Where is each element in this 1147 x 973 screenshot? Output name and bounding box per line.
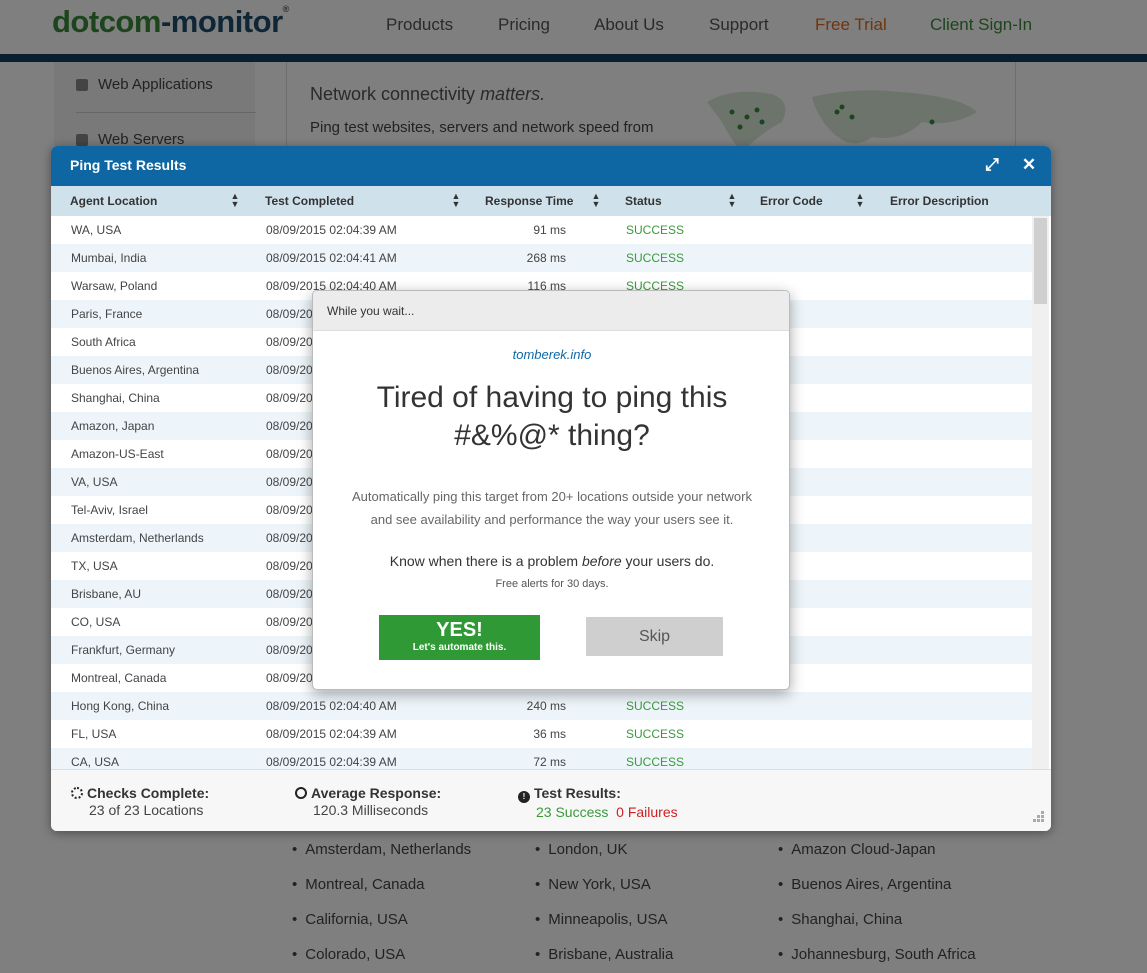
col-status[interactable]: Status (625, 194, 662, 208)
sort-icon[interactable]: ▲ ▼ (230, 192, 240, 209)
table-row[interactable]: Mumbai, India 08/09/2015 02:04:41 AM 268 m… (51, 244, 1032, 272)
row-status: SUCCESS (626, 251, 685, 265)
sort-icon[interactable]: ▲ ▼ (591, 192, 601, 209)
popup-bar-text: While you wait... (327, 304, 415, 318)
row-response-time: 72 ms (533, 755, 566, 769)
results-footer: Checks Complete: 23 of 23 Locations Aver… (51, 769, 1051, 831)
row-status: SUCCESS (626, 727, 685, 741)
row-test-completed: 08/09/2015 02:04:39 AM (266, 755, 397, 769)
row-location: Frankfurt, Germany (71, 643, 176, 657)
row-response-time: 36 ms (533, 727, 566, 741)
row-location: TX, USA (71, 559, 118, 573)
row-location: Amsterdam, Netherlands (71, 531, 204, 545)
popup-headline: Tired of having to ping this #&%@* thing? (376, 381, 728, 452)
close-icon[interactable]: ✕ (1018, 154, 1040, 176)
row-location: South Africa (71, 335, 136, 349)
row-location: WA, USA (71, 223, 122, 237)
col-agent-location[interactable]: Agent Location (70, 194, 157, 208)
row-test-completed: 08/09/20 (266, 419, 313, 433)
resize-grip-icon[interactable] (1031, 809, 1045, 823)
average-response-stat: Average Response: 120.3 Milliseconds (295, 785, 441, 818)
row-test-completed: 08/09/20 (266, 531, 313, 545)
row-status: SUCCESS (626, 699, 685, 713)
row-status: SUCCESS (626, 755, 685, 769)
row-status: SUCCESS (626, 223, 685, 237)
row-location: VA, USA (71, 475, 118, 489)
row-location: Amazon, Japan (71, 419, 155, 433)
target-domain: tomberek.info (512, 347, 592, 362)
row-location: Tel-Aviv, Israel (71, 503, 148, 517)
popup-title-bar: While you wait... (313, 291, 789, 331)
row-response-time: 268 ms (526, 251, 566, 265)
row-test-completed: 08/09/2015 02:04:39 AM (266, 727, 397, 741)
test-results-value: 23 Success 0 Failures (518, 804, 678, 820)
checks-complete-value: 23 of 23 Locations (89, 802, 204, 818)
row-test-completed: 08/09/20 (266, 307, 313, 321)
row-test-completed: 08/09/20 (266, 391, 313, 405)
table-row[interactable]: Hong Kong, China 08/09/2015 02:04:40 AM 24… (51, 692, 1032, 720)
test-results-stat: ! Test Results: 23 Success 0 Failures (518, 785, 678, 820)
skip-button[interactable]: Skip (586, 617, 723, 656)
row-response-time: 91 ms (533, 223, 566, 237)
row-response-time: 240 ms (526, 699, 566, 713)
table-row[interactable]: FL, USA 08/09/2015 02:04:39 AM 36 ms SUCCES… (51, 720, 1032, 748)
popup-body-text: Automatically ping this target from 20+ … (352, 489, 752, 527)
row-test-completed: 08/09/2015 02:04:40 AM (266, 699, 397, 713)
row-location: Shanghai, China (71, 391, 160, 405)
row-test-completed: 08/09/20 (266, 587, 313, 601)
row-test-completed: 08/09/20 (266, 363, 313, 377)
row-test-completed: 08/09/20 (266, 335, 313, 349)
row-test-completed: 08/09/2015 02:04:39 AM (266, 223, 397, 237)
yes-automate-button[interactable]: YES! Let's automate this. (379, 615, 540, 660)
row-location: FL, USA (71, 727, 117, 741)
col-test-completed[interactable]: Test Completed (265, 194, 354, 208)
row-location: CA, USA (71, 755, 120, 769)
popup-free-alerts-text: Free alerts for 30 days. (495, 578, 609, 590)
spinner-icon (71, 787, 83, 799)
table-row[interactable]: CA, USA 08/09/2015 02:04:39 AM 72 ms SUCCES… (51, 748, 1032, 769)
row-location: Hong Kong, China (71, 699, 170, 713)
scrollbar-thumb[interactable] (1034, 218, 1047, 304)
failure-count: 0 Failures (616, 804, 678, 820)
row-location: Brisbane, AU (71, 587, 142, 601)
average-response-value: 120.3 Milliseconds (313, 802, 429, 818)
row-test-completed: 08/09/20 (266, 447, 313, 461)
row-location: Amazon-US-East (71, 447, 164, 461)
results-scrollbar[interactable] (1032, 216, 1049, 769)
success-count: 23 Success (536, 804, 609, 820)
row-test-completed: 08/09/20 (266, 475, 313, 489)
checks-complete-stat: Checks Complete: 23 of 23 Locations (71, 785, 209, 818)
table-header: Agent Location ▲ ▼ Test Completed ▲ ▼ Resp… (51, 186, 1051, 216)
row-test-completed: 08/09/20 (266, 671, 313, 685)
col-error-code[interactable]: Error Code (760, 194, 823, 208)
results-header: Ping Test Results ⤢ ✕ (51, 146, 1051, 186)
row-location: Montreal, Canada (71, 671, 167, 685)
row-location: Mumbai, India (71, 251, 147, 265)
row-test-completed: 08/09/2015 02:04:41 AM (266, 251, 397, 265)
expand-icon[interactable]: ⤢ (981, 154, 1003, 176)
row-location: Buenos Aires, Argentina (71, 363, 200, 377)
row-location: Paris, France (71, 307, 143, 321)
sort-icon[interactable]: ▲ ▼ (451, 192, 461, 209)
col-response-time[interactable]: Response Time (485, 194, 573, 208)
clock-icon (295, 787, 307, 799)
row-location: Warsaw, Poland (71, 279, 158, 293)
row-location: CO, USA (71, 615, 121, 629)
table-row[interactable]: WA, USA 08/09/2015 02:04:39 AM 91 ms SUCCES… (51, 216, 1032, 244)
row-test-completed: 08/09/20 (266, 643, 313, 657)
col-error-description[interactable]: Error Description (890, 194, 989, 208)
upsell-popup: While you wait... tomberek.info Tired of… (312, 290, 790, 690)
row-test-completed: 08/09/20 (266, 559, 313, 573)
sort-icon[interactable]: ▲ ▼ (855, 192, 865, 209)
popup-know-text: Know when there is a problem before your… (389, 553, 715, 569)
alert-icon: ! (518, 791, 530, 803)
results-title: Ping Test Results (70, 157, 187, 173)
sort-icon[interactable]: ▲ ▼ (727, 192, 737, 209)
row-test-completed: 08/09/20 (266, 615, 313, 629)
row-test-completed: 08/09/20 (266, 503, 313, 517)
